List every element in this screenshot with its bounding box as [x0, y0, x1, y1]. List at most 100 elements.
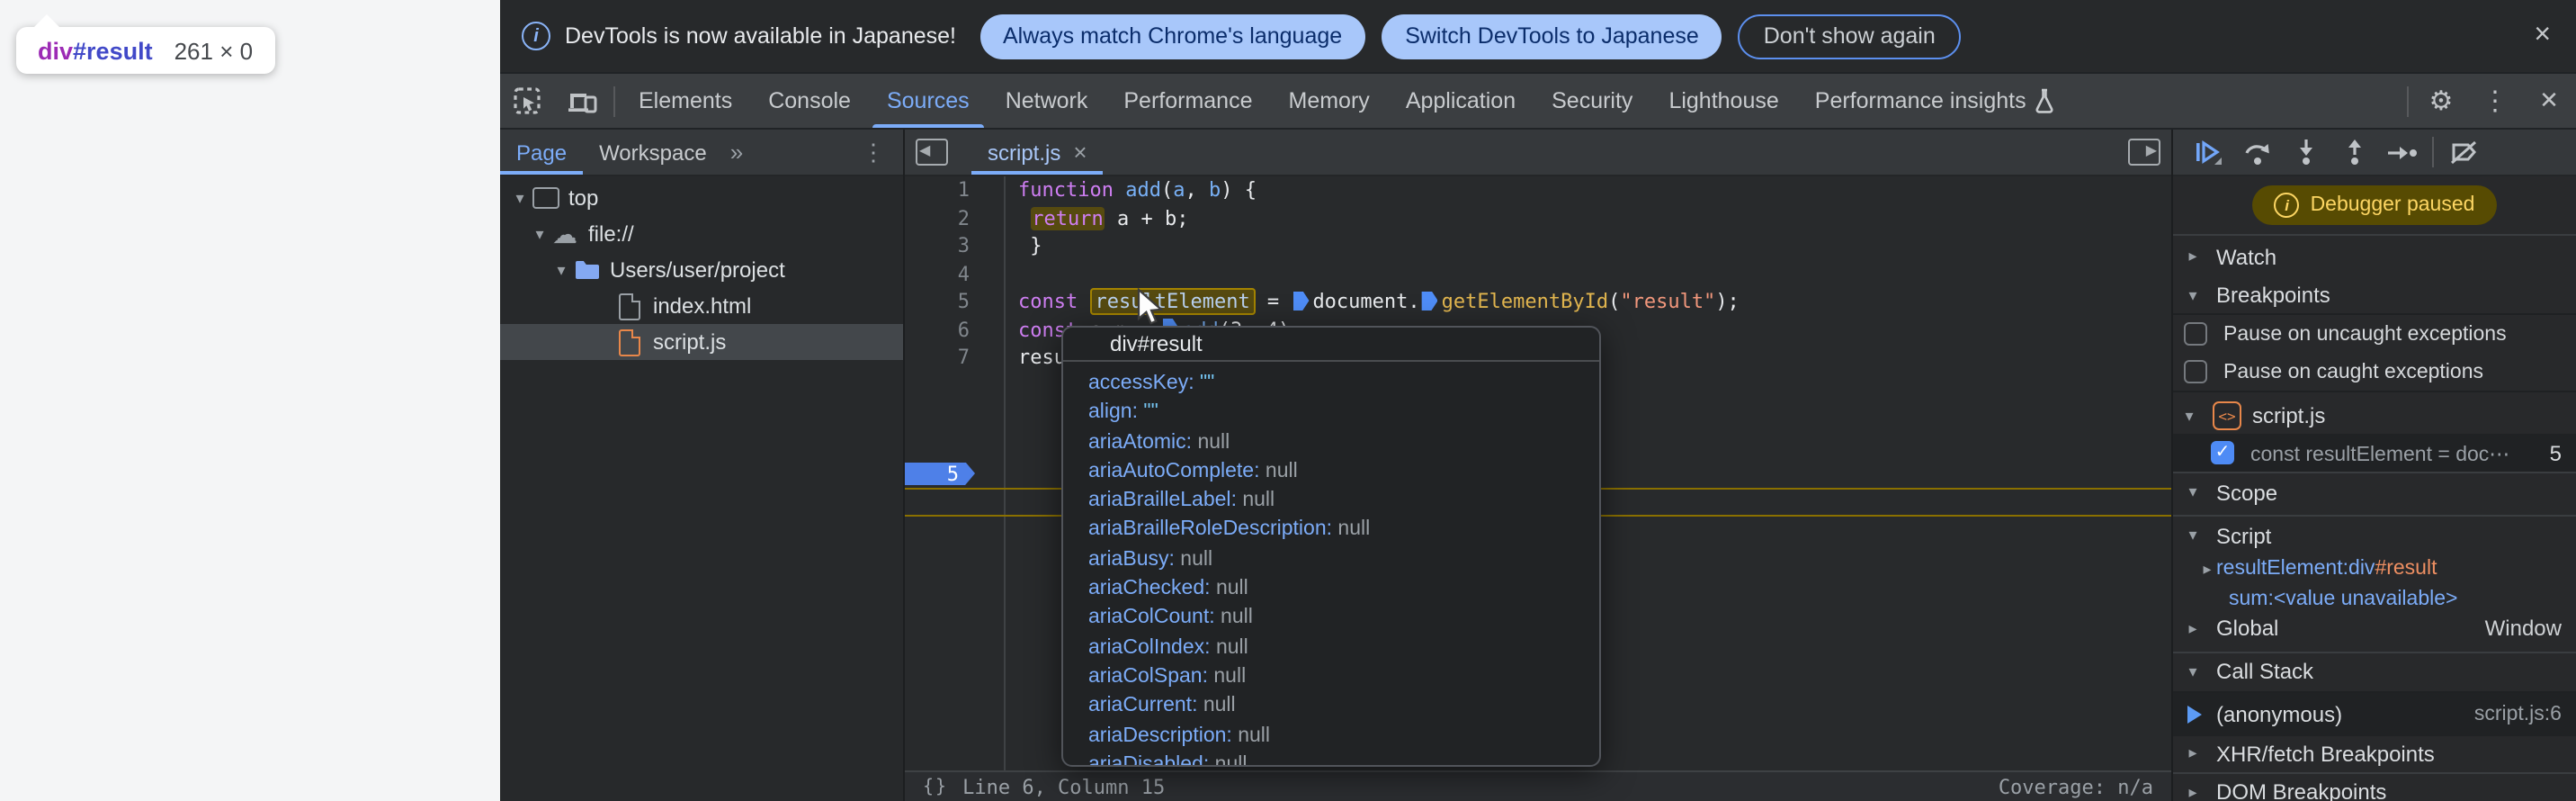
- popup-property-row: ariaChecked: null: [1063, 574, 1599, 604]
- step-into-icon[interactable]: [2281, 139, 2330, 166]
- breakpoint-file-group[interactable]: ▾ <> script.js: [2173, 391, 2576, 434]
- cloud-icon: ☁: [552, 221, 577, 247]
- inspect-element-icon[interactable]: [500, 74, 554, 128]
- frame-location: script.js:6: [2474, 703, 2576, 724]
- global-value: Window: [2485, 616, 2576, 642]
- breakpoint-file-label: script.js: [2252, 403, 2325, 428]
- section-dom-breakpoints[interactable]: ▸ DOM Breakpoints: [2173, 771, 2576, 801]
- section-scope[interactable]: ▾ Scope: [2173, 472, 2576, 511]
- switch-devtools-japanese-button[interactable]: Switch DevTools to Japanese: [1382, 14, 1722, 58]
- info-icon: i: [522, 22, 550, 50]
- expanded-arrow-icon[interactable]: ▾: [2180, 406, 2198, 426]
- panel-tabs: ElementsConsoleSourcesNetworkPerformance…: [621, 74, 2073, 128]
- code-line: return a + b;: [1018, 204, 2171, 232]
- panel-tab-elements[interactable]: Elements: [621, 74, 750, 128]
- line-number[interactable]: 2: [905, 204, 970, 232]
- tree-item-script-js[interactable]: script.js: [500, 324, 903, 360]
- pause-uncaught-checkbox[interactable]: [2184, 322, 2207, 346]
- settings-gear-icon[interactable]: ⚙: [2414, 74, 2468, 128]
- tree-arrow-icon[interactable]: ▾: [552, 260, 570, 280]
- panel-tab-application[interactable]: Application: [1388, 74, 1534, 128]
- tree-item-index-html[interactable]: index.html: [500, 288, 903, 324]
- collapsed-arrow-icon[interactable]: ▸: [2184, 247, 2202, 266]
- panel-tab-performance-insights[interactable]: Performance insights: [1797, 74, 2073, 128]
- line-number-gutter[interactable]: 1234567: [905, 176, 970, 372]
- more-options-icon[interactable]: ⋮: [2468, 74, 2522, 128]
- tab-workspace[interactable]: Workspace: [583, 130, 723, 175]
- code-line: function add(a, b) {: [1018, 176, 2171, 204]
- tree-arrow-icon[interactable]: ▾: [531, 224, 549, 244]
- deactivate-breakpoints-icon[interactable]: [2439, 140, 2488, 165]
- panel-tab-memory[interactable]: Memory: [1271, 74, 1388, 128]
- collapsed-arrow-icon[interactable]: ▸: [2184, 619, 2202, 639]
- pause-caught-label: Pause on caught exceptions: [2223, 361, 2483, 382]
- scope-global-row[interactable]: ▸ Global Window: [2173, 614, 2576, 644]
- code-line: [1018, 260, 2171, 288]
- section-watch[interactable]: ▸ Watch: [2173, 234, 2576, 277]
- panel-tab-sources[interactable]: Sources: [869, 74, 988, 128]
- paused-label: Debugger paused: [2311, 194, 2475, 216]
- pause-uncaught-row[interactable]: Pause on uncaught exceptions: [2173, 313, 2576, 353]
- continue-to-here-icon[interactable]: [1292, 291, 1309, 310]
- tab-page[interactable]: Page: [500, 130, 583, 175]
- resume-script-icon[interactable]: [2184, 140, 2232, 165]
- panel-tab-performance[interactable]: Performance: [1105, 74, 1270, 128]
- editor-tab-close-icon[interactable]: ×: [1073, 139, 1087, 166]
- line-number[interactable]: 1: [905, 176, 970, 204]
- section-call-stack[interactable]: ▾ Call Stack: [2173, 651, 2576, 690]
- pause-caught-row[interactable]: Pause on caught exceptions: [2173, 353, 2576, 391]
- step-icon[interactable]: [2378, 143, 2427, 161]
- collapsed-arrow-icon[interactable]: ▸: [2198, 560, 2216, 580]
- line-number[interactable]: 6: [905, 316, 970, 344]
- section-breakpoints[interactable]: ▾ Breakpoints: [2173, 277, 2576, 313]
- always-match-language-button[interactable]: Always match Chrome's language: [979, 14, 1365, 58]
- collapsed-arrow-icon[interactable]: ▸: [2184, 743, 2202, 763]
- line-number[interactable]: 7: [905, 344, 970, 372]
- code-line: }: [1018, 232, 2171, 260]
- line-number[interactable]: 4: [905, 260, 970, 288]
- tree-item-top[interactable]: ▾top: [500, 180, 903, 216]
- tree-item-label: script.js: [653, 329, 726, 355]
- var-value-id: #result: [2375, 559, 2437, 580]
- tree-arrow-icon[interactable]: ▾: [511, 188, 529, 208]
- tree-item-users-user-project[interactable]: ▾Users/user/project: [500, 252, 903, 288]
- expanded-arrow-icon[interactable]: ▾: [2184, 662, 2202, 681]
- toggle-navigator-icon[interactable]: [916, 139, 948, 166]
- expanded-arrow-icon[interactable]: ▾: [2184, 285, 2202, 305]
- panel-tab-lighthouse[interactable]: Lighthouse: [1650, 74, 1796, 128]
- call-stack-frame-row[interactable]: (anonymous) script.js:6: [2173, 690, 2576, 735]
- infobar-close-icon[interactable]: ×: [2534, 22, 2551, 50]
- collapsed-arrow-icon[interactable]: ▸: [2184, 782, 2202, 801]
- scope-script-section[interactable]: ▾ Script: [2173, 515, 2576, 554]
- toggle-debugger-icon[interactable]: [2128, 139, 2160, 166]
- expanded-arrow-icon[interactable]: ▾: [2184, 482, 2202, 502]
- breakpoint-checkbox[interactable]: ✓: [2211, 441, 2234, 464]
- panel-tab-network[interactable]: Network: [988, 74, 1106, 128]
- devtools-close-icon[interactable]: ✕: [2522, 74, 2576, 128]
- step-over-icon[interactable]: [2232, 140, 2281, 165]
- popup-title: div#result: [1063, 328, 1599, 358]
- panel-tab-console[interactable]: Console: [750, 74, 869, 128]
- pause-caught-checkbox[interactable]: [2184, 360, 2207, 383]
- line-number[interactable]: 5: [905, 288, 970, 316]
- continue-to-here-icon[interactable]: [1422, 291, 1438, 310]
- dont-show-again-button[interactable]: Don't show again: [1739, 14, 1961, 58]
- step-out-icon[interactable]: [2330, 139, 2378, 166]
- scope-var-sum[interactable]: sum: <value unavailable>: [2173, 584, 2576, 614]
- breakpoint-entry-row[interactable]: ✓ const resultElement = doc⋯ 5: [2173, 434, 2576, 472]
- line-number[interactable]: 3: [905, 232, 970, 260]
- tree-item-file-[interactable]: ▾☁file://: [500, 216, 903, 252]
- pretty-print-icon[interactable]: {}: [923, 777, 948, 796]
- popup-property-row: align: "": [1063, 399, 1599, 428]
- scope-var-resultelement[interactable]: ▸ resultElement: div#result: [2173, 554, 2576, 584]
- editor-tabstrip: script.js ×: [905, 130, 2171, 176]
- editor-tab-scriptjs[interactable]: script.js ×: [971, 130, 1104, 175]
- execution-line-marker[interactable]: 5: [905, 462, 975, 485]
- panel-tab-security[interactable]: Security: [1534, 74, 1650, 128]
- expanded-arrow-icon[interactable]: ▾: [2184, 526, 2202, 545]
- more-tabs-chevron[interactable]: »: [723, 130, 750, 175]
- device-toolbar-icon[interactable]: [554, 74, 608, 128]
- watch-label: Watch: [2216, 244, 2276, 269]
- navigator-menu-icon[interactable]: ⋮: [844, 130, 903, 175]
- section-xhr-breakpoints[interactable]: ▸ XHR/fetch Breakpoints: [2173, 735, 2576, 771]
